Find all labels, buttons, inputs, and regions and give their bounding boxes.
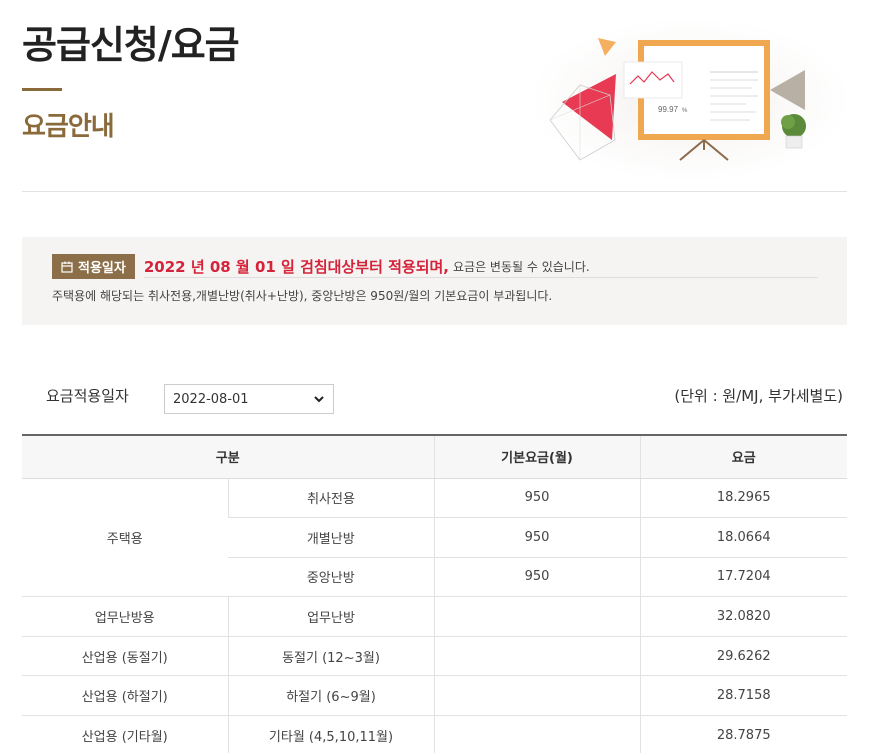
base-fee-cell <box>433 636 640 677</box>
group-cell: 업무난방용 <box>22 596 228 637</box>
base-fee-cell <box>433 596 640 637</box>
rate-cell: 29.6262 <box>639 636 847 677</box>
table-row: 산업용 (동절기) 동절기 (12~3월) 29.6262 <box>22 636 847 677</box>
table-row: 산업용 (하절기) 하절기 (6~9월) 28.7158 <box>22 675 847 717</box>
svg-text:99.97: 99.97 <box>658 105 679 114</box>
rate-cell: 17.7204 <box>639 557 847 598</box>
chevron-down-icon <box>314 396 324 403</box>
base-fee-cell <box>433 675 640 717</box>
header-category: 구분 <box>22 434 434 479</box>
presentation-board-illustration: 99.97 % <box>530 18 850 182</box>
table-row: 산업용 (기타월) 기타월 (4,5,10,11월) 28.7875 <box>22 715 847 753</box>
selected-date-value: 2022-08-01 <box>173 392 249 407</box>
sub-cell: 동절기 (12~3월) <box>227 636 434 677</box>
table-header-row: 구분 기본요금(월) 요금 <box>22 434 847 479</box>
notice-underline <box>144 277 818 278</box>
page-subtitle: 요금안내 <box>22 112 115 142</box>
rate-cell: 28.7158 <box>639 675 847 717</box>
group-cell: 산업용 (기타월) <box>22 715 228 753</box>
sub-cell: 기타월 (4,5,10,11월) <box>227 715 434 753</box>
rate-cell: 18.2965 <box>639 478 847 519</box>
notice-detail: 주택용에 해당되는 취사전용,개별난방(취사+난방), 중앙난방은 950원/월… <box>52 289 553 303</box>
sub-cell: 업무난방 <box>227 596 434 637</box>
table-row: 업무난방용 업무난방 32.0820 <box>22 596 847 637</box>
page-title: 공급신청/요금 <box>22 23 240 67</box>
rate-cell: 28.7875 <box>639 715 847 753</box>
rate-cell: 18.0664 <box>639 517 847 558</box>
table-row: 주택용 취사전용 950 18.2965 <box>22 478 847 598</box>
base-fee-cell <box>433 715 640 753</box>
unit-note: (단위 : 원/MJ, 부가세별도) <box>674 387 843 405</box>
apply-date-badge: 적용일자 <box>52 254 135 279</box>
rate-date-select[interactable]: 2022-08-01 <box>164 384 334 414</box>
base-fee-cell: 950 <box>433 517 640 558</box>
base-fee-cell: 950 <box>433 557 640 598</box>
notice-box: 적용일자 2022 년 08 월 01 일 검침대상부터 적용되며, 요금은 변… <box>22 237 847 325</box>
sub-cell: 중앙난방 <box>228 557 434 598</box>
group-cell: 주택용 <box>22 478 228 598</box>
notice-highlight: 2022 년 08 월 01 일 검침대상부터 적용되며, <box>143 258 449 276</box>
badge-label: 적용일자 <box>78 261 126 276</box>
notice-small-text: 요금은 변동될 수 있습니다. <box>453 260 590 274</box>
base-fee-cell: 950 <box>433 478 640 519</box>
rate-table: 구분 기본요금(월) 요금 주택용 취사전용 950 18.2965 개별난방 … <box>22 434 847 753</box>
header-divider <box>22 191 847 192</box>
title-divider <box>22 88 62 91</box>
sub-cell: 취사전용 <box>227 478 434 519</box>
svg-text:%: % <box>682 108 688 114</box>
sub-cell: 하절기 (6~9월) <box>227 675 434 717</box>
header-base-fee: 기본요금(월) <box>433 434 640 479</box>
group-cell: 산업용 (동절기) <box>22 636 228 677</box>
rate-date-label: 요금적용일자 <box>46 387 129 405</box>
sub-cell: 개별난방 <box>228 517 434 558</box>
rate-cell: 32.0820 <box>639 596 847 637</box>
header-rate: 요금 <box>639 434 847 479</box>
group-cell: 산업용 (하절기) <box>22 675 228 717</box>
calendar-icon <box>61 261 73 273</box>
